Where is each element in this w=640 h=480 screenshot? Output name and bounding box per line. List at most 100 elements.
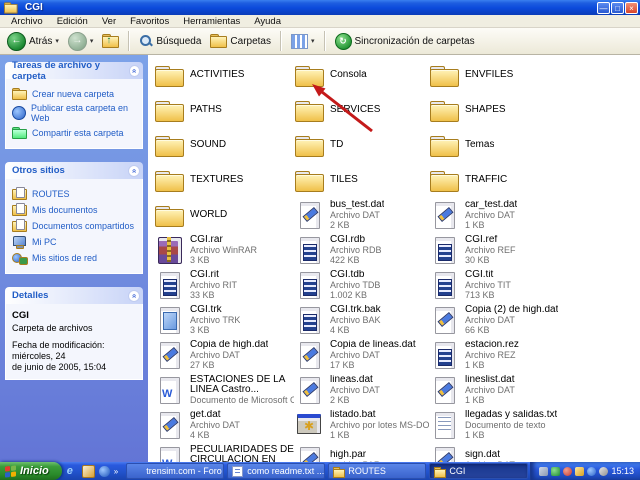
task-link[interactable]: Publicar esta carpeta en Web bbox=[12, 103, 139, 123]
menu-item[interactable]: Archivo bbox=[4, 16, 50, 27]
back-button[interactable]: ← Atrás ▾ bbox=[4, 31, 62, 52]
file-name: CGI.tdb bbox=[330, 270, 380, 280]
start-button[interactable]: Inicio bbox=[0, 462, 62, 480]
file-item[interactable]: Copia de high.dat Archivo DAT 27 KB bbox=[154, 337, 294, 372]
folders-button[interactable]: Carpetas bbox=[207, 33, 274, 49]
place-link[interactable]: Mis sitios de red bbox=[12, 251, 139, 264]
task-link[interactable]: Compartir esta carpeta bbox=[12, 126, 139, 139]
quicklaunch-overflow-chevron[interactable]: » bbox=[114, 467, 118, 476]
file-icon bbox=[294, 305, 326, 335]
file-type: Archivo DAT bbox=[465, 385, 515, 395]
place-link[interactable]: Documentos compartidos bbox=[12, 219, 139, 232]
file-item[interactable]: bus_test.dat Archivo DAT 2 KB bbox=[294, 197, 429, 232]
file-size: 2 KB bbox=[330, 395, 380, 405]
file-item[interactable]: SOUND bbox=[154, 127, 294, 162]
file-item[interactable]: TILES bbox=[294, 162, 429, 197]
file-item[interactable]: ACTIVITIES bbox=[154, 57, 294, 92]
file-item[interactable]: estacion.rez Archivo REZ 1 KB bbox=[429, 337, 594, 372]
file-item[interactable]: sign.dat Archivo DAT bbox=[429, 442, 594, 462]
task-window-icon bbox=[434, 466, 445, 477]
file-name: SOUND bbox=[190, 140, 226, 150]
file-icon bbox=[154, 200, 186, 230]
task-link[interactable]: Crear nueva carpeta bbox=[12, 87, 139, 100]
other-places-header[interactable]: Otros sitios bbox=[5, 162, 143, 179]
file-name: car_test.dat bbox=[465, 200, 517, 210]
file-item[interactable]: TEXTURES bbox=[154, 162, 294, 197]
file-item[interactable]: Copia de lineas.dat Archivo DAT 17 KB bbox=[294, 337, 429, 372]
file-item[interactable]: lineas.dat Archivo DAT 2 KB bbox=[294, 372, 429, 407]
tray-icon[interactable] bbox=[575, 467, 584, 476]
file-item[interactable]: Consola bbox=[294, 57, 429, 92]
views-button[interactable]: ▾ bbox=[288, 33, 318, 50]
menu-item[interactable]: Herramientas bbox=[176, 16, 247, 27]
ie-quicklaunch-icon[interactable]: e bbox=[67, 466, 78, 477]
file-item[interactable]: PECULIARIDADES DE CIRCULACION EN CA... D… bbox=[154, 442, 294, 462]
details-folder-name: CGI bbox=[12, 310, 139, 321]
file-item[interactable]: SERVICES bbox=[294, 92, 429, 127]
file-item[interactable]: listado.bat Archivo por lotes MS-DOS 1 K… bbox=[294, 407, 429, 442]
file-item[interactable]: llegadas y salidas.txt Documento de text… bbox=[429, 407, 594, 442]
file-item[interactable]: Copia (2) de high.dat Archivo DAT 66 KB bbox=[429, 302, 594, 337]
file-item[interactable]: ENVFILES bbox=[429, 57, 594, 92]
forward-dropdown-icon[interactable]: ▾ bbox=[90, 37, 94, 45]
taskbar-task-button[interactable]: como readme.txt ... bbox=[227, 463, 325, 479]
file-name: estacion.rez bbox=[465, 340, 519, 350]
menu-item[interactable]: Favoritos bbox=[123, 16, 176, 27]
taskbar-task-button[interactable]: CGI bbox=[429, 463, 527, 479]
file-item[interactable]: get.dat Archivo DAT 4 KB bbox=[154, 407, 294, 442]
menu-item[interactable]: Ver bbox=[95, 16, 123, 27]
tray-icon[interactable] bbox=[587, 467, 596, 476]
file-item[interactable]: high.par Archivo PAR bbox=[294, 442, 429, 462]
file-item[interactable]: CGI.ref Archivo REF 30 KB bbox=[429, 232, 594, 267]
file-item[interactable]: CGI.trk.bak Archivo BAK 4 KB bbox=[294, 302, 429, 337]
file-item[interactable]: TD bbox=[294, 127, 429, 162]
tray-icon[interactable] bbox=[551, 467, 560, 476]
tray-icon[interactable] bbox=[539, 467, 548, 476]
file-item[interactable]: Temas bbox=[429, 127, 594, 162]
file-icon bbox=[294, 235, 326, 265]
task-pane: Tareas de archivo y carpeta Crear nueva … bbox=[0, 55, 148, 462]
file-item[interactable]: car_test.dat Archivo DAT 1 KB bbox=[429, 197, 594, 232]
file-item[interactable]: CGI.trk Archivo TRK 3 KB bbox=[154, 302, 294, 337]
file-item[interactable]: CGI.rar Archivo WinRAR 3 KB bbox=[154, 232, 294, 267]
file-item[interactable]: SHAPES bbox=[429, 92, 594, 127]
taskbar-task-button[interactable]: trensim.com - Foro d... bbox=[126, 463, 224, 479]
minimize-button[interactable]: — bbox=[597, 2, 610, 14]
desktop-quicklaunch-icon[interactable] bbox=[99, 466, 110, 477]
place-link[interactable]: ROUTES bbox=[12, 187, 139, 200]
forward-button[interactable]: → ▾ bbox=[65, 31, 97, 52]
file-item[interactable]: PATHS bbox=[154, 92, 294, 127]
file-item[interactable]: CGI.tit Archivo TIT 713 KB bbox=[429, 267, 594, 302]
place-link[interactable]: Mi PC bbox=[12, 235, 139, 248]
tray-icon[interactable] bbox=[563, 467, 572, 476]
collapse-chevron-icon[interactable] bbox=[129, 65, 140, 77]
taskbar-clock[interactable]: 15:13 bbox=[611, 466, 634, 476]
file-item[interactable]: CGI.rit Archivo RIT 33 KB bbox=[154, 267, 294, 302]
file-item[interactable]: CGI.rdb Archivo RDB 422 KB bbox=[294, 232, 429, 267]
up-button[interactable]: ↑ bbox=[99, 33, 122, 49]
file-icon bbox=[154, 305, 186, 335]
file-item[interactable]: CGI.tdb Archivo TDB 1.002 KB bbox=[294, 267, 429, 302]
file-icon bbox=[294, 95, 326, 125]
search-button[interactable]: Búsqueda bbox=[136, 33, 204, 49]
file-item[interactable]: ESTACIONES DE LA LINEA Castro... Documen… bbox=[154, 372, 294, 407]
details-header[interactable]: Detalles bbox=[5, 287, 143, 304]
collapse-chevron-icon[interactable] bbox=[128, 290, 140, 302]
folder-sync-button[interactable]: ↻ Sincronización de carpetas bbox=[332, 32, 478, 51]
maximize-button[interactable]: □ bbox=[611, 2, 624, 14]
taskbar-task-button[interactable]: ROUTES bbox=[328, 463, 426, 479]
back-dropdown-icon[interactable]: ▾ bbox=[55, 37, 59, 45]
menu-item[interactable]: Edición bbox=[50, 16, 95, 27]
close-button[interactable]: × bbox=[625, 2, 638, 14]
file-icon bbox=[429, 235, 461, 265]
collapse-chevron-icon[interactable] bbox=[128, 165, 140, 177]
tray-icon[interactable] bbox=[599, 467, 608, 476]
file-tasks-header[interactable]: Tareas de archivo y carpeta bbox=[5, 62, 143, 79]
menu-item[interactable]: Ayuda bbox=[247, 16, 288, 27]
file-item[interactable]: WORLD bbox=[154, 197, 294, 232]
views-dropdown-icon[interactable]: ▾ bbox=[311, 37, 315, 45]
file-item[interactable]: lineslist.dat Archivo DAT 1 KB bbox=[429, 372, 594, 407]
file-item[interactable]: TRAFFIC bbox=[429, 162, 594, 197]
place-link[interactable]: Mis documentos bbox=[12, 203, 139, 216]
mail-quicklaunch-icon[interactable] bbox=[82, 465, 95, 478]
